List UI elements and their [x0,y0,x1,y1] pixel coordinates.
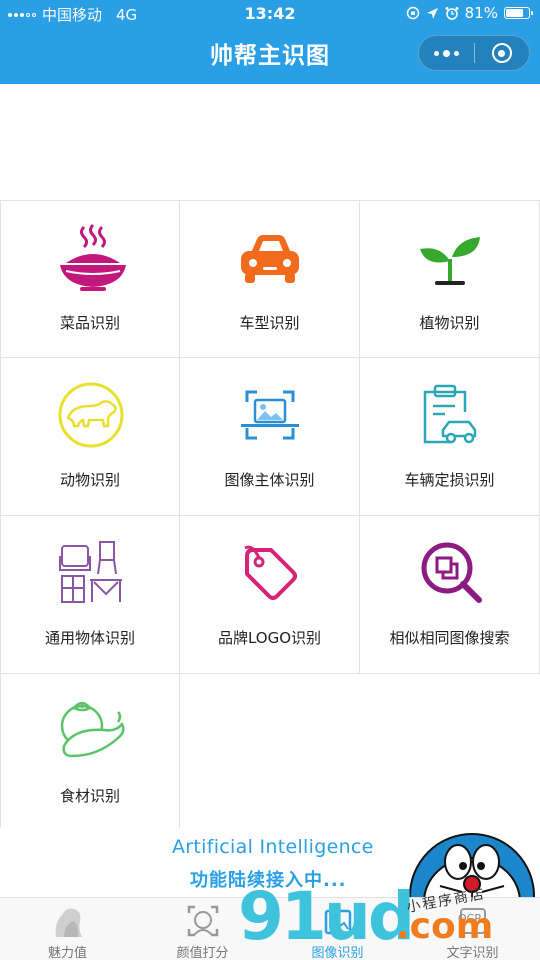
vegetables-icon [60,701,125,758]
tag-icon [244,545,297,600]
grid-row: 食材识别 [0,674,540,832]
tab-image-recognition[interactable]: 图像识别 [270,898,405,960]
tab-bar: 魅力值 颜值打分 图像识别 文字识别 [0,897,540,960]
grid-row: 菜品识别 车型识别 植物识别 [0,200,540,358]
feature-ingredient-recognition[interactable]: 食材识别 [0,674,180,832]
banner-headline: Artificial Intelligence [172,836,374,858]
target-ring-icon [491,43,512,63]
feature-label: 通用物体识别 [44,629,135,647]
feature-label: 车型识别 [239,314,300,332]
furniture-icon [59,541,122,603]
feature-label: 食材识别 [59,787,120,805]
tab-label: 图像识别 [311,946,364,960]
feature-dish-recognition[interactable]: 菜品识别 [0,200,180,358]
car-clipboard-icon [423,384,477,444]
grid-row: 动物识别 图像主体识别 车辆定损识别 [0,358,540,516]
feature-label: 菜品识别 [59,314,120,332]
status-bar: 中国移动 4G 13:42 81% [0,0,540,28]
feature-image-subject-recognition[interactable]: 图像主体识别 [180,358,360,516]
car-icon [241,235,299,283]
feature-similar-image-search[interactable]: 相似相同图像搜索 [360,516,540,674]
feature-label: 车辆定损识别 [404,471,495,489]
image-search-icon [421,542,482,603]
tab-text-recognition[interactable]: 文字识别 [405,898,540,960]
feature-label: 植物识别 [419,314,480,332]
feature-plant-recognition[interactable]: 植物识别 [360,200,540,358]
image-recognition-icon [324,909,351,935]
feature-animal-recognition[interactable]: 动物识别 [0,358,180,516]
grid-row: 通用物体识别 品牌LOGO识别 相似相同图像搜索 [0,516,540,674]
feature-label: 动物识别 [59,471,120,489]
dish-bowl-icon [60,223,126,291]
tab-charm[interactable]: 魅力值 [0,898,135,960]
tab-label: 魅力值 [47,946,87,960]
location-arrow-icon [426,7,438,19]
sprout-icon [420,237,480,285]
feature-general-object-recognition[interactable]: 通用物体识别 [0,516,180,674]
alarm-icon [445,7,459,20]
top-bar: 中国移动 4G 13:42 81% 帅帮主识图 [0,0,540,84]
more-dots-icon [433,49,459,57]
battery-percent: 81% [464,4,498,22]
face-silhouette-icon [55,908,82,937]
battery-icon [504,7,533,19]
capsule-menu [418,35,530,71]
tab-label: 文字识别 [446,946,499,960]
grid-empty-cell [360,674,540,832]
ai-banner: Artificial Intelligence 功能陆续接入中... [0,828,540,918]
image-scan-icon [241,390,299,440]
feature-vehicle-damage-recognition[interactable]: 车辆定损识别 [360,358,540,516]
tab-face-score[interactable]: 颜值打分 [135,898,270,960]
lock-rotation-icon [406,6,419,20]
more-button[interactable] [419,36,474,70]
face-frame-icon [187,905,218,937]
banner-subline: 功能陆续接入中... [190,870,347,891]
close-miniprogram-button[interactable] [475,36,530,70]
feature-label: 品牌LOGO识别 [217,629,322,647]
feature-label: 相似相同图像搜索 [389,629,510,647]
grid-empty-cell [180,674,360,832]
status-right: 81% [406,4,533,22]
feature-brand-logo-recognition[interactable]: 品牌LOGO识别 [180,516,360,674]
feature-car-model-recognition[interactable]: 车型识别 [180,200,360,358]
tab-label: 颜值打分 [176,946,229,960]
feature-grid: 菜品识别 车型识别 植物识别 动物识别 图像主体识别 车辆定损识别 通用物体识别… [0,200,540,832]
ocr-icon [459,908,486,934]
feature-label: 图像主体识别 [224,471,315,489]
polar-bear-icon [58,382,124,448]
